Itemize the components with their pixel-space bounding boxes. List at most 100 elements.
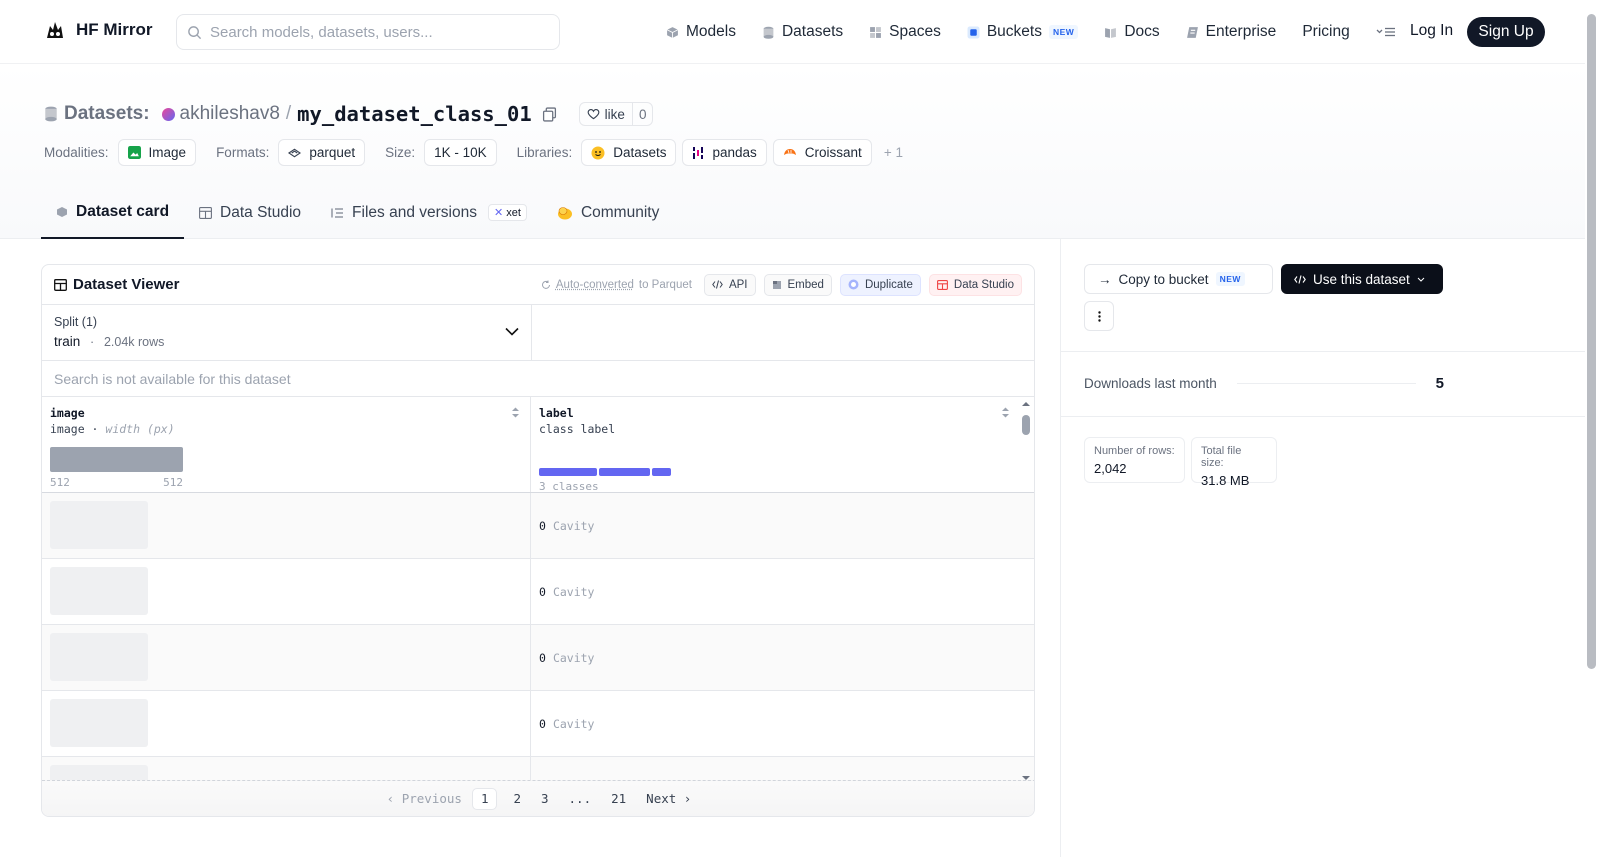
label-name: Cavity	[552, 716, 595, 731]
image-cell[interactable]	[42, 559, 531, 624]
table-row[interactable]	[42, 757, 1034, 780]
page-scrollbar-thumb[interactable]	[1587, 14, 1596, 669]
search-input[interactable]	[210, 23, 550, 41]
embed-button[interactable]: Embed	[763, 273, 832, 296]
stat-size-value: 31.8 MB	[1201, 473, 1250, 488]
nav-spaces[interactable]: Spaces	[869, 23, 941, 41]
nav-more-menu[interactable]	[1376, 26, 1396, 38]
signup-button[interactable]: Sign Up	[1467, 17, 1545, 47]
nav-docs[interactable]: Docs	[1104, 23, 1160, 41]
tag-pandas-label: pandas	[712, 145, 757, 160]
spaces-icon	[870, 26, 882, 38]
nav-datasets[interactable]: Datasets	[762, 23, 843, 41]
nav-buckets[interactable]: Buckets NEW	[967, 23, 1079, 41]
class-segment	[652, 468, 671, 476]
sidebar-divider	[1060, 239, 1061, 857]
tag-image[interactable]: Image	[117, 139, 197, 166]
parquet-icon	[288, 148, 302, 157]
libraries-label: Libraries:	[516, 145, 573, 160]
more-tags-link[interactable]: + 1	[884, 145, 903, 160]
models-icon	[666, 26, 679, 38]
table-row[interactable]: 0 Cavity	[42, 625, 1034, 691]
login-link[interactable]: Log In	[1410, 22, 1453, 40]
new-badge: NEW	[1215, 272, 1245, 286]
embed-icon	[772, 280, 781, 289]
table-row[interactable]: 0 Cavity	[42, 559, 1034, 625]
image-thumbnail-placeholder[interactable]	[50, 633, 148, 681]
owner-link[interactable]: akhileshav8	[161, 103, 280, 125]
histogram-min: 512	[50, 476, 70, 489]
page-21-button[interactable]: 21	[601, 791, 636, 806]
label-id: 0	[539, 650, 546, 665]
table-row[interactable]: 0 Cavity	[42, 493, 1034, 559]
size-label: Size:	[385, 145, 416, 160]
stat-rows-label: Number of rows:	[1094, 445, 1175, 457]
tag-parquet[interactable]: parquet	[278, 139, 366, 166]
tab-data-studio[interactable]: Data Studio	[184, 186, 316, 239]
auto-converted-link[interactable]: Auto-converted	[556, 279, 634, 291]
label-cell: 0 Cavity	[531, 559, 602, 624]
pagination: ‹ Previous 1 2 3 ... 21 Next ›	[42, 780, 1034, 816]
image-cell[interactable]	[42, 493, 531, 558]
label-cell: 0 Cavity	[531, 493, 602, 558]
scrollbar-thumb[interactable]	[1022, 415, 1030, 435]
next-page-button[interactable]: Next ›	[636, 791, 701, 806]
page-3-button[interactable]: 3	[531, 791, 559, 806]
split-rows: 2.04k rows	[103, 335, 165, 349]
sort-icon[interactable]	[511, 406, 520, 419]
global-search[interactable]	[176, 14, 560, 50]
nav-pricing[interactable]: Pricing	[1302, 23, 1349, 41]
tag-croissant[interactable]: Croissant	[772, 139, 872, 166]
data-studio-button[interactable]: Data Studio	[928, 273, 1022, 296]
copy-icon[interactable]	[542, 106, 557, 122]
nav-enterprise[interactable]: Enterprise	[1186, 23, 1276, 41]
sort-icon[interactable]	[1001, 406, 1010, 419]
data-studio-icon	[936, 279, 948, 290]
next-label: Next	[646, 791, 677, 806]
tag-datasets-lib[interactable]: Datasets	[581, 139, 677, 166]
image-thumbnail-placeholder[interactable]	[50, 567, 148, 615]
like-button[interactable]: like 0	[578, 102, 654, 126]
table-icon	[54, 278, 67, 291]
split-value: train · 2.04k rows	[54, 334, 519, 349]
copy-to-bucket-button[interactable]: → Copy to bucket NEW	[1084, 264, 1273, 294]
more-options-button[interactable]	[1084, 301, 1114, 331]
table-row[interactable]: 0 Cavity	[42, 691, 1034, 757]
image-cell[interactable]	[42, 691, 531, 756]
hf-emoji-icon	[591, 146, 605, 159]
page-2-button[interactable]: 2	[503, 791, 531, 806]
viewer-header: Dataset Viewer Auto-converted to Parquet…	[42, 265, 1034, 305]
image-cell[interactable]	[42, 757, 531, 780]
menu-icon	[1376, 27, 1395, 37]
page-1-button[interactable]: 1	[471, 787, 498, 810]
refresh-icon	[541, 280, 550, 289]
split-selector[interactable]: Split (1) train · 2.04k rows	[42, 305, 532, 360]
image-thumbnail-placeholder[interactable]	[50, 699, 148, 747]
modalities-label: Modalities:	[44, 145, 109, 160]
embed-label: Embed	[787, 278, 824, 291]
duplicate-button[interactable]: Duplicate	[839, 273, 921, 296]
label-id: 0	[539, 518, 546, 533]
page-ellipsis: ...	[568, 791, 592, 806]
stat-rows-value: 2,042	[1094, 461, 1127, 476]
brand-logo-link[interactable]: HF Mirror	[44, 18, 153, 42]
column-header-image[interactable]: image image · width (px) 512 512	[42, 397, 531, 492]
prev-page-button[interactable]: ‹ Previous	[377, 791, 472, 806]
tab-files-and-versions[interactable]: Files and versions ✕ xet	[316, 186, 542, 239]
image-cell[interactable]	[42, 625, 531, 690]
column-header-label[interactable]: label class label 3 classes	[531, 397, 1020, 493]
tag-pandas[interactable]: pandas	[682, 139, 767, 166]
scroll-up-icon[interactable]	[1018, 399, 1034, 409]
tag-size[interactable]: 1K - 10K	[424, 139, 497, 166]
image-thumbnail-placeholder[interactable]	[50, 765, 148, 780]
owner-name: akhileshav8	[179, 103, 280, 124]
nav-models[interactable]: Models	[666, 23, 736, 41]
datasets-icon	[763, 26, 774, 39]
image-thumbnail-placeholder[interactable]	[50, 501, 148, 549]
tab-dataset-card[interactable]: Dataset card	[41, 186, 185, 239]
api-button[interactable]: API	[703, 273, 756, 296]
tab-community[interactable]: Community	[542, 186, 674, 239]
table-scrollbar[interactable]	[1018, 399, 1034, 783]
auto-converted-rest: to Parquet	[638, 278, 692, 291]
use-this-dataset-button[interactable]: Use this dataset	[1281, 264, 1443, 294]
